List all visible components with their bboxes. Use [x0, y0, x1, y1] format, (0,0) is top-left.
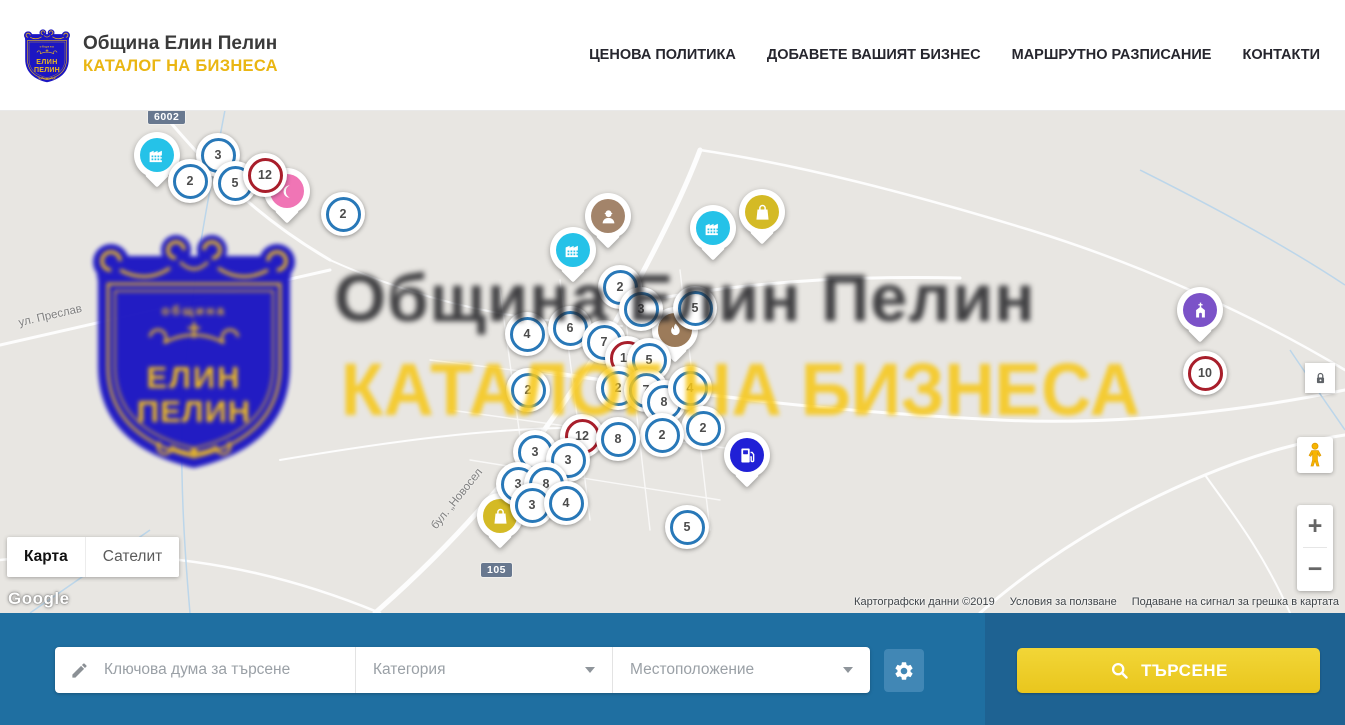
cluster-count: 2	[326, 197, 361, 232]
zoom-in-button[interactable]: +	[1297, 505, 1333, 547]
map-canvas[interactable]: 6002105ул. Преславбул. „Новосел325122235…	[0, 110, 1345, 613]
pencil-icon	[70, 661, 89, 680]
cluster-count: 12	[248, 158, 283, 193]
shopping-bag-icon	[490, 506, 511, 527]
factory-pin-marker[interactable]	[690, 205, 736, 263]
map-type-control: Карта Сателит	[7, 537, 179, 577]
cluster-count: 2	[686, 411, 721, 446]
category-dropdown[interactable]: Категория	[355, 647, 612, 693]
cluster-marker[interactable]: 5	[665, 505, 709, 549]
municipality-crest-icon	[22, 25, 72, 85]
cluster-count: 8	[601, 422, 636, 457]
factory-icon	[703, 218, 724, 239]
location-dropdown[interactable]: Местоположение	[612, 647, 870, 693]
chevron-down-icon	[585, 667, 595, 673]
map-type-map-button[interactable]: Карта	[7, 537, 85, 577]
cluster-count: 10	[1188, 356, 1223, 391]
attribution-item-0: Картографски данни ©2019	[854, 596, 995, 608]
chevron-down-icon	[843, 667, 853, 673]
location-dropdown-label: Местоположение	[630, 661, 754, 679]
cluster-marker[interactable]: 2	[321, 192, 365, 236]
nav-item-3[interactable]: КОНТАКТИ	[1242, 47, 1320, 63]
search-button-label: ТЪРСЕНЕ	[1141, 661, 1228, 681]
cluster-marker[interactable]: 12	[243, 153, 287, 197]
shopping-bag-icon	[752, 202, 773, 223]
pegman-icon	[1303, 442, 1327, 468]
cluster-marker[interactable]: 5	[673, 286, 717, 330]
lock-button[interactable]	[1305, 363, 1335, 393]
logo-title: Община Елин Пелин	[83, 34, 278, 55]
cluster-count: 4	[673, 371, 708, 406]
lock-icon	[1312, 370, 1329, 387]
main-nav: ЦЕНОВА ПОЛИТИКА ДОБАВЕТЕ ВАШИЯТ БИЗНЕС МАР…	[589, 47, 1320, 63]
street-view-pegman-button[interactable]	[1297, 437, 1333, 473]
category-dropdown-label: Категория	[373, 661, 445, 679]
cluster-count: 3	[624, 292, 659, 327]
zoom-out-button[interactable]: −	[1297, 548, 1333, 590]
cluster-count: 2	[173, 164, 208, 199]
road-badge: 105	[481, 563, 512, 577]
search-button[interactable]: ТЪРСЕНЕ	[1017, 648, 1320, 693]
cluster-marker[interactable]: 2	[681, 406, 725, 450]
site-logo[interactable]: Община Елин Пелин КАТАЛОГ НА БИЗНЕСА	[22, 25, 278, 85]
factory-icon	[563, 240, 584, 261]
search-fields: Категория Местоположение	[55, 647, 870, 693]
attribution-item-1[interactable]: Условия за ползване	[1010, 596, 1117, 608]
search-icon	[1109, 660, 1130, 681]
attribution-item-2[interactable]: Подаване на сигнал за грешка в картата	[1132, 596, 1339, 608]
cluster-marker[interactable]: 8	[596, 417, 640, 461]
worker-icon	[598, 206, 619, 227]
fuel-pump-icon	[737, 445, 758, 466]
shopping-bag-pin-marker[interactable]	[739, 189, 785, 247]
cluster-count: 4	[549, 486, 584, 521]
cluster-count: 2	[511, 373, 546, 408]
cluster-count: 5	[678, 291, 713, 326]
advanced-search-button[interactable]	[884, 649, 924, 692]
factory-icon	[147, 145, 168, 166]
cluster-count: 2	[645, 418, 680, 453]
nav-item-0[interactable]: ЦЕНОВА ПОЛИТИКА	[589, 47, 736, 63]
map-type-satellite-button[interactable]: Сателит	[85, 537, 179, 577]
cluster-marker[interactable]: 2	[168, 159, 212, 203]
cluster-count: 5	[670, 510, 705, 545]
site-header: Община Елин Пелин КАТАЛОГ НА БИЗНЕСА ЦЕН…	[0, 0, 1345, 111]
cluster-marker[interactable]: 4	[668, 366, 712, 410]
nav-item-1[interactable]: ДОБАВЕТЕ ВАШИЯТ БИЗНЕС	[767, 47, 981, 63]
cluster-marker[interactable]: 4	[544, 481, 588, 525]
zoom-control: + −	[1297, 505, 1333, 591]
worker-pin-marker[interactable]	[585, 193, 631, 251]
cluster-marker[interactable]: 3	[619, 287, 663, 331]
church-icon	[1190, 300, 1211, 321]
cluster-marker[interactable]: 2	[640, 413, 684, 457]
fuel-pump-pin-marker[interactable]	[724, 432, 770, 490]
search-bar: Категория Местоположение ТЪРСЕНЕ	[0, 613, 1345, 725]
cluster-count: 4	[510, 317, 545, 352]
cluster-marker[interactable]: 10	[1183, 351, 1227, 395]
google-logo[interactable]: Google	[8, 589, 70, 609]
logo-subtitle: КАТАЛОГ НА БИЗНЕСА	[83, 57, 278, 75]
cluster-marker[interactable]: 2	[506, 368, 550, 412]
logo-text: Община Елин Пелин КАТАЛОГ НА БИЗНЕСА	[83, 34, 278, 75]
road-badge: 6002	[148, 110, 185, 124]
keyword-field-wrap	[55, 647, 355, 693]
gear-icon	[893, 660, 915, 682]
keyword-search-input[interactable]	[102, 660, 346, 680]
cluster-marker[interactable]: 4	[505, 312, 549, 356]
page-root: { "header": { "logo": { "title": "Община…	[0, 0, 1345, 725]
nav-item-2[interactable]: МАРШРУТНО РАЗПИСАНИЕ	[1012, 47, 1212, 63]
map-attribution: Картографски данни ©2019 Условия за ползв…	[854, 596, 1339, 608]
church-pin-marker[interactable]	[1177, 287, 1223, 345]
